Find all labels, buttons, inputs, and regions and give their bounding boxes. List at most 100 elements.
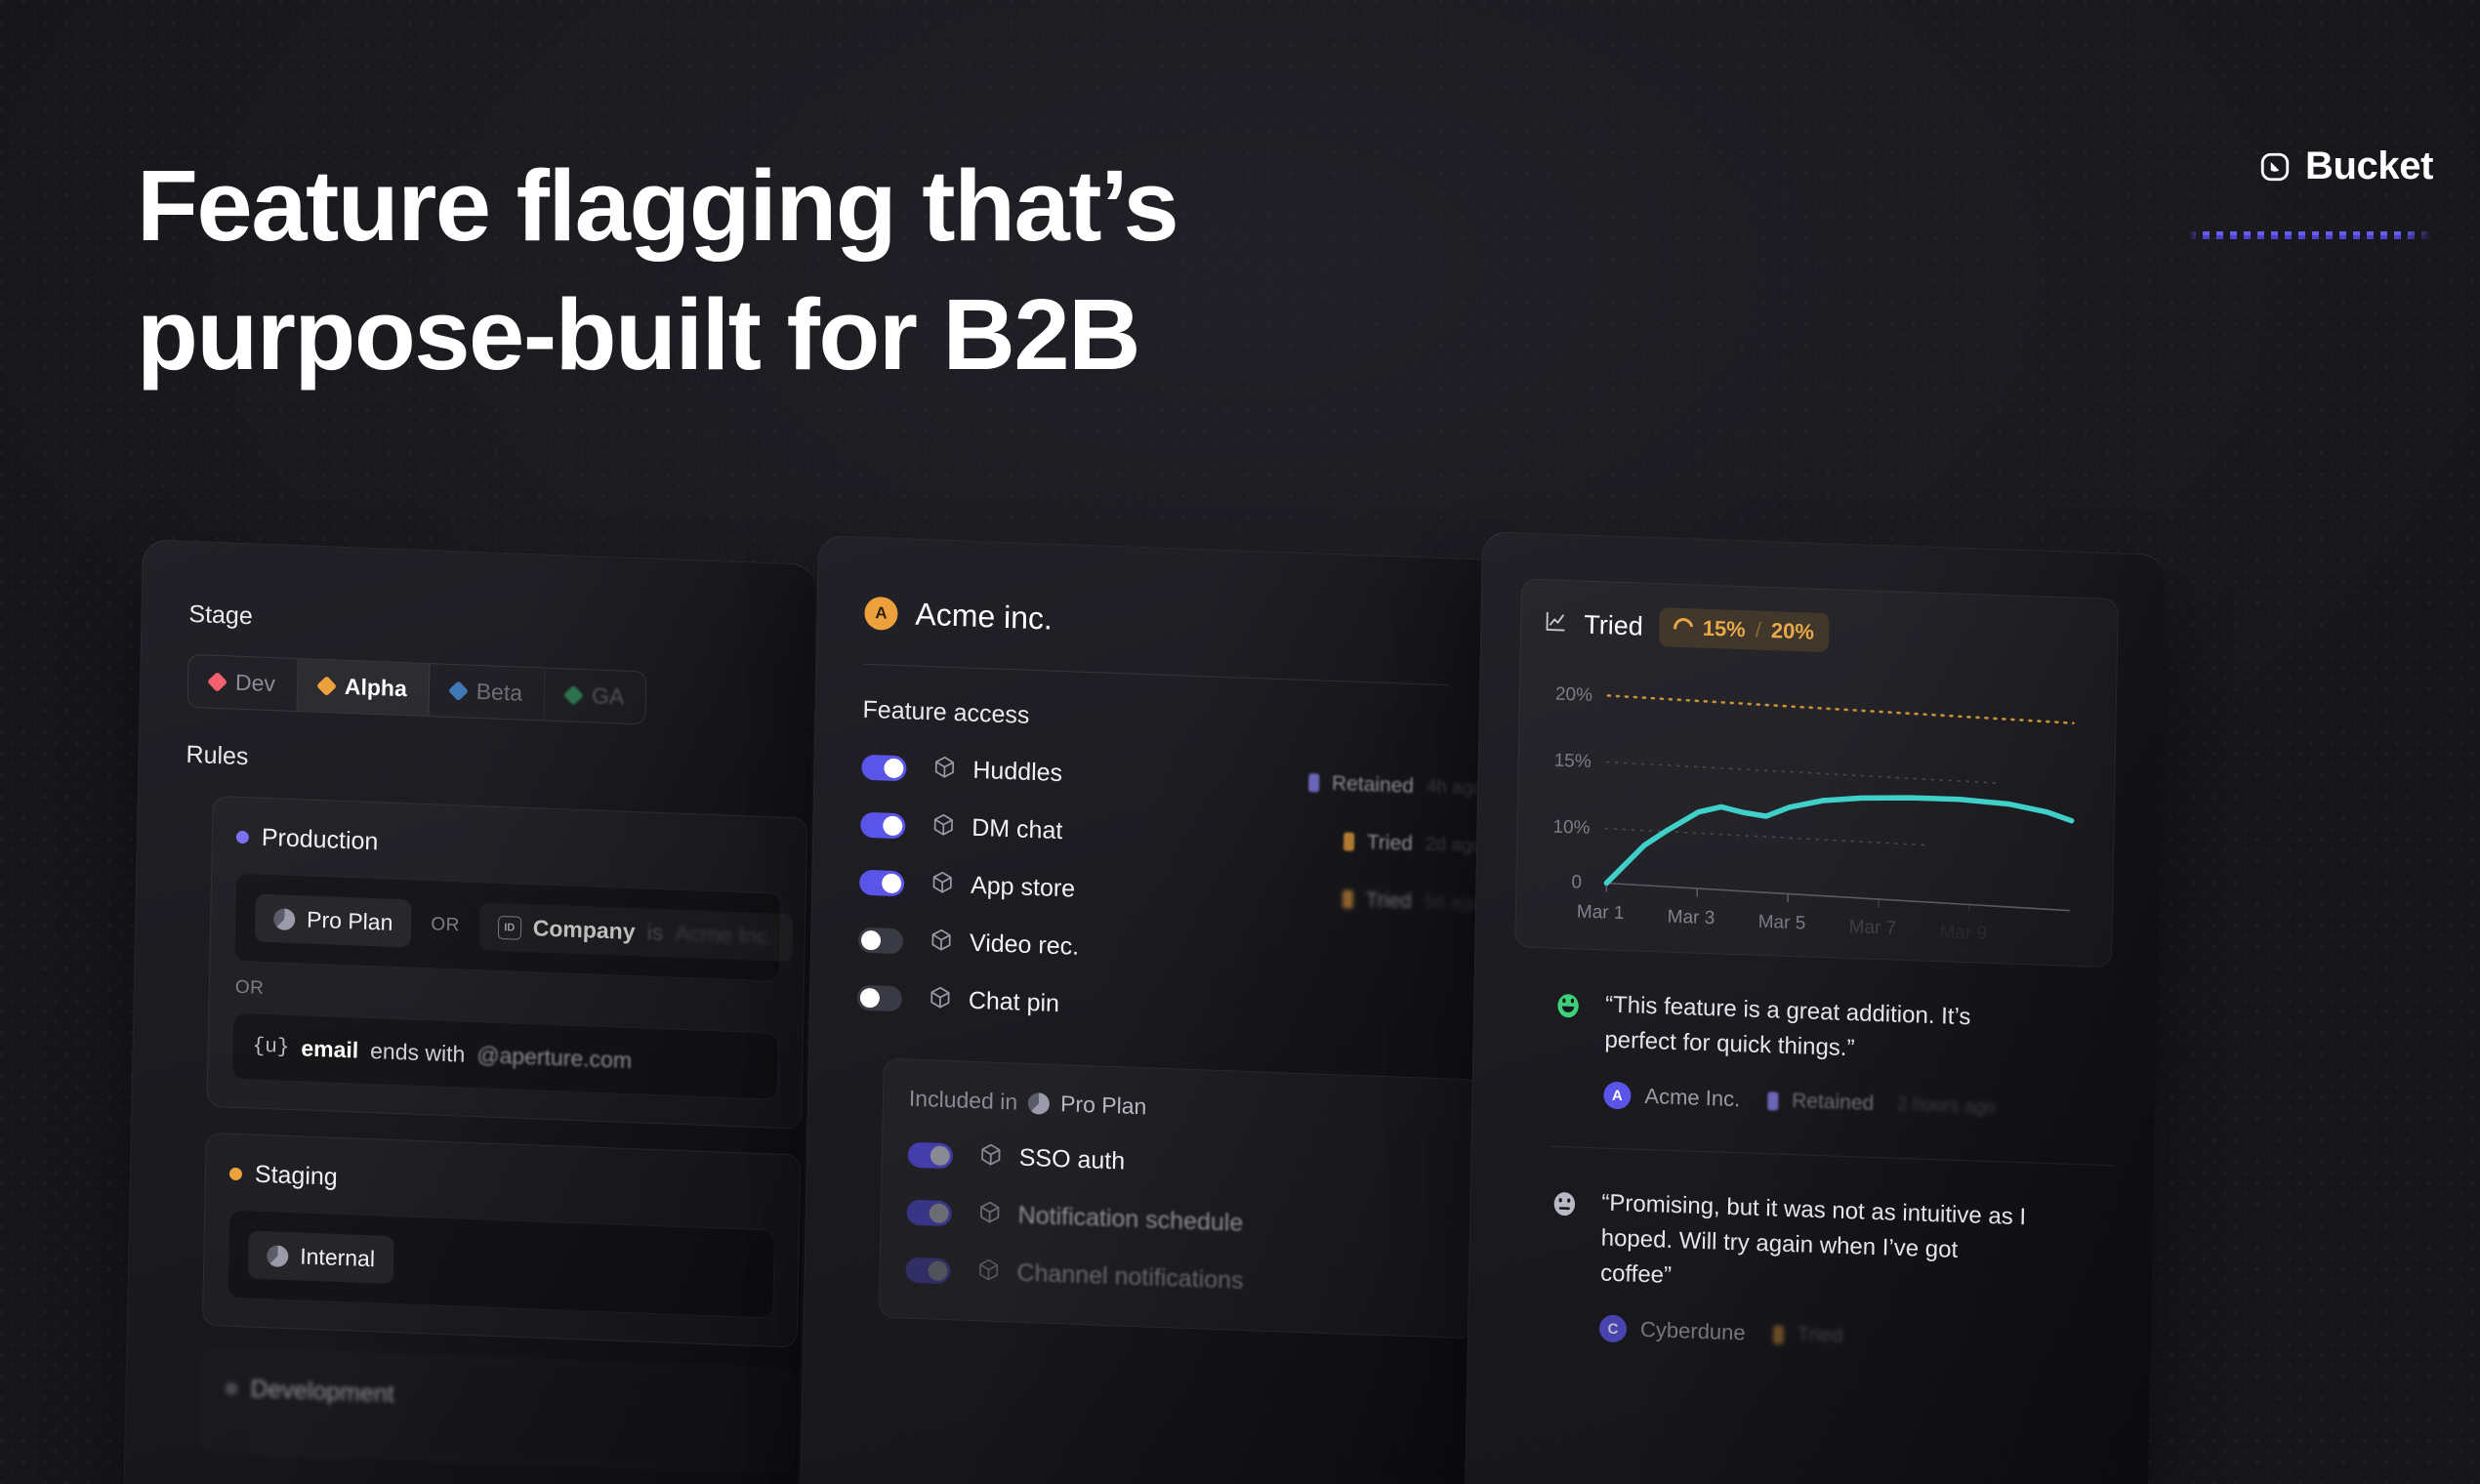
y-tick-20: 20% xyxy=(1555,684,1592,706)
stage-dot-icon xyxy=(562,684,585,706)
status-time: 2d ago xyxy=(1425,833,1483,856)
stage-dot-icon xyxy=(315,676,338,697)
feature-toggle[interactable] xyxy=(906,1199,952,1226)
rule-condition-row[interactable]: Pro Plan OR ID Company is Acme Inc. xyxy=(233,872,782,982)
metric-progress-badge: 15% / 20% xyxy=(1658,607,1830,653)
stage-segmented-control[interactable]: Dev Alpha Beta GA xyxy=(186,653,647,725)
feature-rules-card: Stage Dev Alpha Beta GA Rules Production… xyxy=(121,539,816,1484)
attribute-chip-company[interactable]: ID Company is Acme Inc. xyxy=(478,902,793,962)
avatar: A xyxy=(864,596,898,631)
included-feature-row-channel-notifications[interactable]: Channel notifications xyxy=(905,1255,1450,1304)
headline-line-1: Feature flagging that’s xyxy=(137,149,1179,262)
attribute-operator: ends with xyxy=(369,1038,466,1067)
cube-icon xyxy=(930,811,957,843)
stage-dot-icon xyxy=(206,671,228,693)
stage-option-dev[interactable]: Dev xyxy=(187,654,299,712)
stage-option-label: GA xyxy=(591,682,625,710)
x-tick-mar-1: Mar 1 xyxy=(1577,901,1625,924)
included-feature-row-sso-auth[interactable]: SSO auth xyxy=(907,1139,1453,1189)
feature-name: SSO auth xyxy=(1018,1143,1126,1175)
status-marker-icon xyxy=(1307,773,1320,793)
feedback-meta: C Cyberdune Tried xyxy=(1598,1314,2024,1356)
cube-icon xyxy=(930,869,956,900)
feedback-divider xyxy=(1550,1145,2116,1167)
metric-target: 20% xyxy=(1770,618,1815,644)
plan-name: Pro Plan xyxy=(1059,1091,1147,1120)
rule-condition-row-email[interactable]: {u} email ends with @aperture.com xyxy=(230,1011,779,1100)
rules-label: Rules xyxy=(186,740,249,771)
feature-insights-card: Tried 15% / 20% 20% 15% 10% 0 Mar 1 Mar … xyxy=(1463,531,2166,1484)
brand-logo[interactable]: Bucket xyxy=(2189,144,2433,239)
line-chart-icon xyxy=(1543,608,1569,639)
rule-join-or: OR xyxy=(234,976,265,999)
feature-toggle[interactable] xyxy=(907,1141,954,1169)
rule-group-production[interactable]: Production Pro Plan OR ID Company is Acm… xyxy=(206,795,808,1130)
feedback-company: Acme Inc. xyxy=(1644,1083,1741,1112)
feature-toggle[interactable] xyxy=(857,927,904,954)
page-title: Feature flagging that’s purpose-built fo… xyxy=(137,142,1179,399)
feature-name: Chat pin xyxy=(968,986,1060,1018)
cube-icon xyxy=(978,1141,1005,1173)
status-label: Retained xyxy=(1791,1090,1875,1115)
feature-row-chat-pin[interactable]: Chat pin xyxy=(856,982,1493,1035)
feature-toggle[interactable] xyxy=(861,754,907,781)
stage-option-beta[interactable]: Beta xyxy=(429,664,546,721)
avatar: C xyxy=(1598,1314,1628,1343)
rule-condition-row[interactable]: Internal xyxy=(227,1209,775,1319)
company-name: Acme inc. xyxy=(915,596,1054,637)
status-time: 5d ago xyxy=(1424,890,1482,914)
feature-toggle[interactable] xyxy=(905,1257,951,1284)
id-badge-icon: ID xyxy=(497,915,522,940)
metric-separator: / xyxy=(1755,617,1762,642)
feedback-item-acme[interactable]: “This feature is a great addition. It’s … xyxy=(1550,986,2118,1127)
feature-row-video-rec[interactable]: Video rec. xyxy=(857,925,1494,977)
company-feature-access-card: A Acme inc. Feature access Huddles Retai… xyxy=(798,535,1502,1484)
feature-row-huddles[interactable]: Huddles Retained 4h ago xyxy=(861,752,1497,804)
progress-ring-icon xyxy=(1669,614,1697,642)
feedback-company: Cyberdune xyxy=(1639,1316,1746,1345)
included-feature-row-notification-schedule[interactable]: Notification schedule xyxy=(906,1197,1451,1247)
x-tick-mar-9: Mar 9 xyxy=(1939,922,1987,944)
rule-group-header: Staging xyxy=(228,1160,776,1209)
feature-status: Retained 4h ago xyxy=(1307,771,1498,802)
status-dot-icon xyxy=(228,1167,243,1181)
metric-name: Tried xyxy=(1584,609,1644,641)
rule-group-name: Staging xyxy=(254,1160,338,1191)
rule-group-development-partial[interactable]: Development xyxy=(199,1347,797,1474)
stage-option-label: Alpha xyxy=(344,673,408,702)
feature-toggle[interactable] xyxy=(856,984,903,1011)
included-label: Included in xyxy=(908,1085,1018,1115)
stage-option-alpha[interactable]: Alpha xyxy=(297,659,431,717)
cube-icon xyxy=(928,984,954,1015)
attribute-name: email xyxy=(301,1035,359,1063)
plan-chip-pro-plan[interactable]: Pro Plan xyxy=(254,893,412,948)
feature-toggle[interactable] xyxy=(860,811,906,839)
adoption-line-chart: 20% 15% 10% 0 Mar 1 Mar 3 Mar 5 Mar 7 Ma… xyxy=(1538,664,2095,948)
status-label: Tried xyxy=(1797,1323,1843,1347)
y-tick-15: 15% xyxy=(1554,751,1591,772)
feature-row-app-store[interactable]: App store Tried 5d ago xyxy=(858,867,1495,920)
brand-name: Bucket xyxy=(2305,144,2433,187)
status-marker-icon xyxy=(1342,889,1353,909)
cube-icon xyxy=(931,754,958,785)
logo-underline-decoration xyxy=(2189,231,2433,239)
feature-status: Tried 2d ago xyxy=(1343,830,1497,859)
rule-group-staging[interactable]: Staging Internal xyxy=(201,1132,802,1348)
feature-name: Notification schedule xyxy=(1017,1201,1244,1237)
pie-chart-icon xyxy=(273,907,296,930)
stage-option-ga[interactable]: GA xyxy=(544,669,645,724)
feature-toggle[interactable] xyxy=(858,869,905,896)
rule-group-header: Development xyxy=(225,1375,771,1423)
status-time: 4h ago xyxy=(1426,775,1484,799)
feedback-quote-line-1: “This feature is a great addition. It’s xyxy=(1604,991,1971,1031)
plan-chip-label: Internal xyxy=(300,1243,376,1272)
feature-row-dm-chat[interactable]: DM chat Tried 2d ago xyxy=(860,809,1496,862)
stage-label: Stage xyxy=(188,599,254,631)
attribute-name: Company xyxy=(532,915,636,945)
feedback-item-cyberdune[interactable]: “Promising, but it was not as intuitive … xyxy=(1547,1184,2115,1360)
target-line-20 xyxy=(1606,694,2075,724)
x-tick-mar-7: Mar 7 xyxy=(1848,917,1896,939)
bucket-logo-icon xyxy=(2258,150,2292,184)
plan-chip-internal[interactable]: Internal xyxy=(247,1230,394,1285)
company-header: A Acme inc. xyxy=(864,595,1500,653)
